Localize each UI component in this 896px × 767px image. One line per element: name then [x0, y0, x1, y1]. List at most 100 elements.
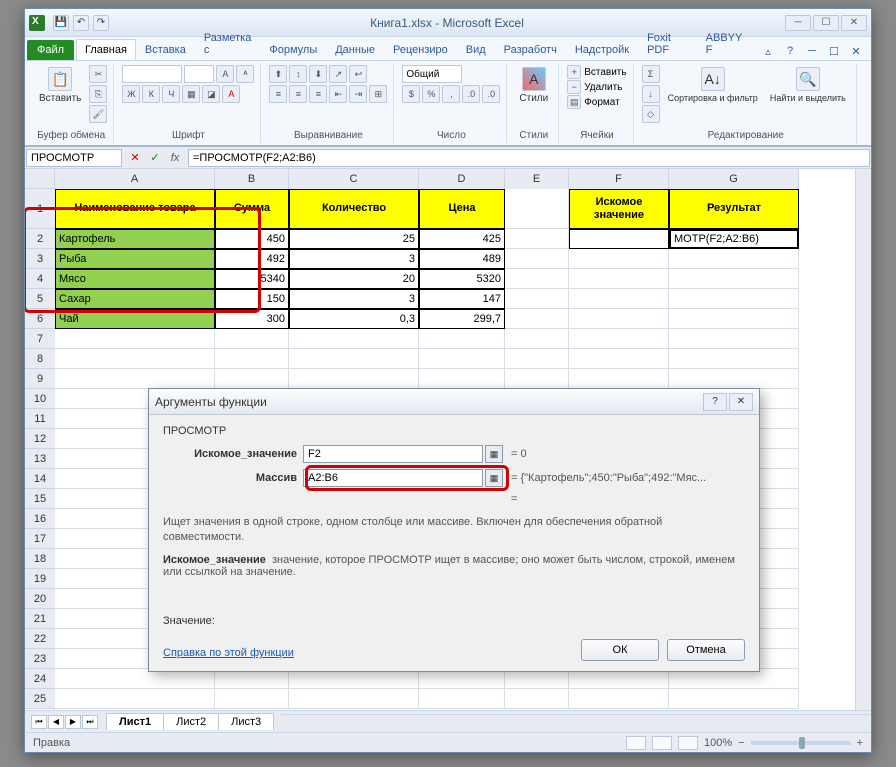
cell[interactable]: [419, 329, 505, 349]
cell[interactable]: [569, 309, 669, 329]
align-top-icon[interactable]: ⬆: [269, 65, 287, 83]
cell[interactable]: [55, 349, 215, 369]
sort-filter-button[interactable]: A↓ Сортировка и фильтр: [664, 65, 762, 105]
cell[interactable]: 150: [215, 289, 289, 309]
cell[interactable]: [505, 309, 569, 329]
row-header[interactable]: 2: [25, 229, 55, 249]
tab-nav-prev-icon[interactable]: ◀: [48, 715, 64, 729]
tab-addins[interactable]: Надстройк: [566, 39, 638, 60]
decrease-indent-icon[interactable]: ⇤: [329, 85, 347, 103]
arg1-ref-icon[interactable]: ▦: [485, 445, 503, 463]
row-header[interactable]: 5: [25, 289, 55, 309]
cell[interactable]: [669, 329, 799, 349]
window-close-icon[interactable]: ✕: [847, 42, 865, 60]
cell[interactable]: 450: [215, 229, 289, 249]
dialog-help-icon[interactable]: ?: [703, 393, 727, 411]
align-right-icon[interactable]: ≡: [309, 85, 327, 103]
sheet-tab[interactable]: Лист1: [106, 713, 164, 730]
zoom-out-icon[interactable]: −: [738, 737, 744, 749]
sheet-tab[interactable]: Лист3: [218, 713, 274, 730]
cell[interactable]: Искомое значение: [569, 189, 669, 229]
col-header[interactable]: F: [569, 169, 669, 189]
undo-icon[interactable]: ↶: [73, 15, 89, 31]
cell[interactable]: [505, 689, 569, 709]
row-header[interactable]: 15: [25, 489, 55, 509]
decrease-font-icon[interactable]: ᴬ: [236, 65, 254, 83]
cell[interactable]: [215, 349, 289, 369]
currency-icon[interactable]: $: [402, 85, 420, 103]
row-header[interactable]: 20: [25, 589, 55, 609]
vertical-scrollbar[interactable]: [855, 169, 871, 710]
tab-nav-last-icon[interactable]: ⏭: [82, 715, 98, 729]
row-header[interactable]: 17: [25, 529, 55, 549]
save-icon[interactable]: 💾: [53, 15, 69, 31]
italic-button[interactable]: К: [142, 85, 160, 103]
orientation-icon[interactable]: ↗: [329, 65, 347, 83]
maximize-button[interactable]: ☐: [813, 15, 839, 31]
cell[interactable]: 0,3: [289, 309, 419, 329]
tab-developer[interactable]: Разработч: [495, 39, 566, 60]
align-center-icon[interactable]: ≡: [289, 85, 307, 103]
cell[interactable]: 492: [215, 249, 289, 269]
font-size-input[interactable]: [184, 65, 214, 83]
cell[interactable]: [569, 289, 669, 309]
help-link[interactable]: Справка по этой функции: [163, 647, 294, 659]
increase-font-icon[interactable]: A: [216, 65, 234, 83]
copy-icon[interactable]: ⎘: [89, 85, 107, 103]
bold-button[interactable]: Ж: [122, 85, 140, 103]
increase-indent-icon[interactable]: ⇥: [349, 85, 367, 103]
cell[interactable]: [669, 289, 799, 309]
cell[interactable]: Наименование товара: [55, 189, 215, 229]
cell[interactable]: Результат: [669, 189, 799, 229]
row-header[interactable]: 8: [25, 349, 55, 369]
row-header[interactable]: 21: [25, 609, 55, 629]
cell[interactable]: [569, 669, 669, 689]
cell[interactable]: [289, 369, 419, 389]
cancel-button[interactable]: Отмена: [667, 639, 745, 661]
row-header[interactable]: 22: [25, 629, 55, 649]
page-layout-view-icon[interactable]: [652, 736, 672, 750]
comma-icon[interactable]: ,: [442, 85, 460, 103]
cell[interactable]: [505, 189, 569, 229]
window-min-icon[interactable]: ─: [803, 42, 821, 60]
zoom-level[interactable]: 100%: [704, 737, 732, 749]
cell[interactable]: [505, 329, 569, 349]
cell[interactable]: [55, 369, 215, 389]
cell[interactable]: [215, 669, 289, 689]
cell[interactable]: [215, 369, 289, 389]
autosum-icon[interactable]: Σ: [642, 65, 660, 83]
sheet-tab[interactable]: Лист2: [163, 713, 219, 730]
file-tab[interactable]: Файл: [27, 40, 74, 60]
align-left-icon[interactable]: ≡: [269, 85, 287, 103]
row-header[interactable]: 3: [25, 249, 55, 269]
cell[interactable]: [669, 349, 799, 369]
align-middle-icon[interactable]: ↕: [289, 65, 307, 83]
row-header[interactable]: 18: [25, 549, 55, 569]
font-name-input[interactable]: [122, 65, 182, 83]
row-header[interactable]: 25: [25, 689, 55, 709]
row-header[interactable]: 12: [25, 429, 55, 449]
number-format-select[interactable]: Общий: [402, 65, 462, 83]
cell[interactable]: Мясо: [55, 269, 215, 289]
cell[interactable]: [669, 689, 799, 709]
format-cells-button[interactable]: ▤Формат: [567, 95, 620, 109]
dialog-titlebar[interactable]: Аргументы функции ? ✕: [149, 389, 759, 415]
horizontal-scrollbar[interactable]: [281, 714, 871, 730]
zoom-in-icon[interactable]: +: [857, 737, 863, 749]
window-restore-icon[interactable]: ☐: [825, 42, 843, 60]
cell[interactable]: [505, 229, 569, 249]
cell[interactable]: 5340: [215, 269, 289, 289]
row-header[interactable]: 11: [25, 409, 55, 429]
insert-cells-button[interactable]: +Вставить: [567, 65, 626, 79]
ribbon-minimize-icon[interactable]: ▵: [759, 42, 777, 60]
cell[interactable]: 3: [289, 249, 419, 269]
font-color-icon[interactable]: A: [222, 85, 240, 103]
cell[interactable]: [569, 229, 669, 249]
tab-formulas[interactable]: Формулы: [260, 39, 326, 60]
cell[interactable]: Сахар: [55, 289, 215, 309]
help-icon[interactable]: ?: [781, 42, 799, 60]
ok-button[interactable]: ОК: [581, 639, 659, 661]
cell[interactable]: [505, 289, 569, 309]
cell[interactable]: [55, 669, 215, 689]
name-box[interactable]: ПРОСМОТР: [26, 149, 122, 167]
